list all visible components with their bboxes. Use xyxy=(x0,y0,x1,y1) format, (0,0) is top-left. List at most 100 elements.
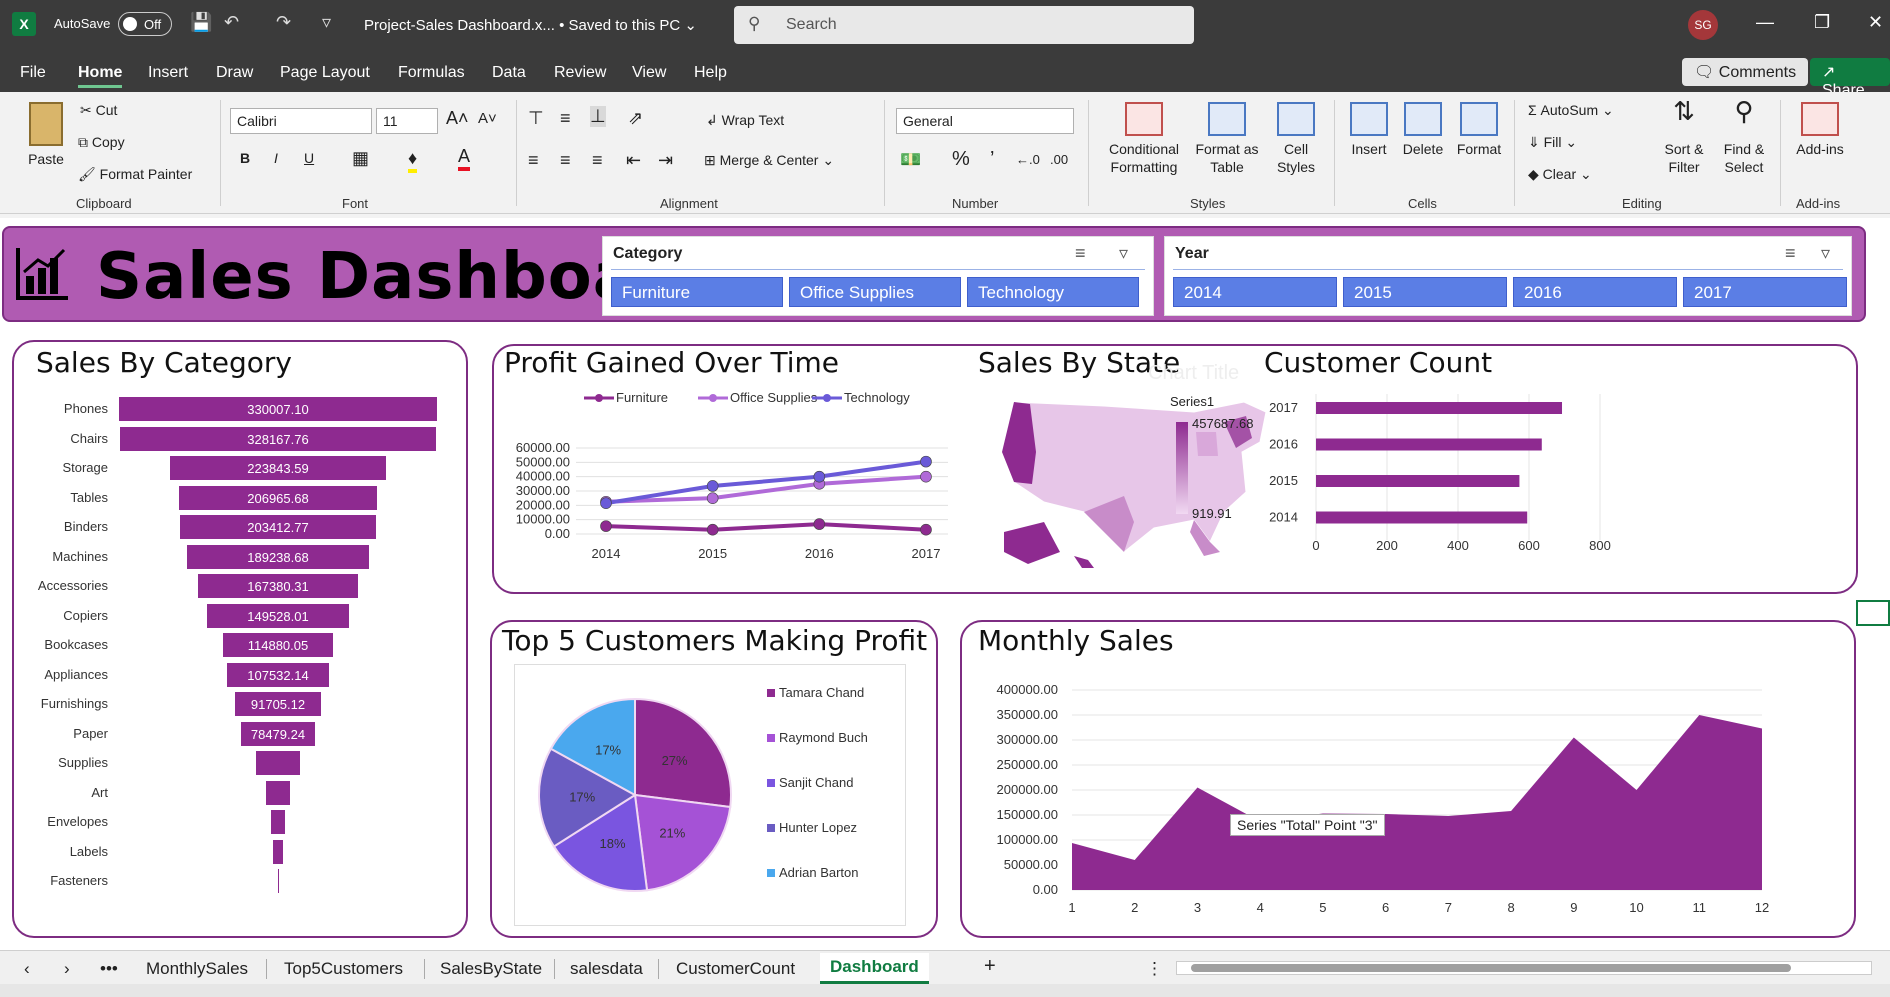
percent-icon[interactable]: % xyxy=(952,148,970,171)
align-left-icon[interactable]: ≡ xyxy=(528,150,539,171)
clear-filter-icon[interactable]: ▿ xyxy=(1821,243,1830,264)
currency-icon[interactable]: 💵 xyxy=(900,150,921,170)
search-box[interactable]: ⚲ Search xyxy=(734,6,1194,44)
comments-button[interactable]: 🗨 Comments xyxy=(1682,58,1809,86)
monthly-sales-panel[interactable]: Monthly Sales 400000.00 350000.00 300000.0… xyxy=(960,620,1856,938)
sheet-tab-monthlysales[interactable]: MonthlySales xyxy=(146,959,248,979)
slicer-item-furniture[interactable]: Furniture xyxy=(611,277,783,307)
tab-home[interactable]: Home xyxy=(78,64,123,88)
selected-cell[interactable] xyxy=(1856,600,1890,626)
redo-icon[interactable]: ↷ xyxy=(276,12,291,33)
wrap-text-button[interactable]: ↲ Wrap Text xyxy=(706,112,784,129)
number-format-select[interactable]: General xyxy=(896,108,1074,134)
save-icon[interactable]: 💾 xyxy=(190,12,212,33)
italic-button[interactable]: I xyxy=(274,150,278,166)
decrease-font-icon[interactable]: A˅ xyxy=(478,110,497,127)
slicer-item-2016[interactable]: 2016 xyxy=(1513,277,1677,307)
increase-indent-icon[interactable]: ⇥ xyxy=(658,150,673,171)
scrollbar-thumb[interactable] xyxy=(1191,964,1791,972)
clear-button[interactable]: ◆ Clear ⌄ xyxy=(1528,166,1592,183)
customize-toolbar-icon[interactable]: ▿ xyxy=(322,12,331,33)
slicer-item-technology[interactable]: Technology xyxy=(967,277,1139,307)
slicer-item-2014[interactable]: 2014 xyxy=(1173,277,1337,307)
category-slicer[interactable]: Category ≡ ▿ Furniture Office Supplies T… xyxy=(602,236,1154,316)
fill-button[interactable]: ⇓ Fill ⌄ xyxy=(1528,134,1577,151)
align-top-icon[interactable]: ⊤ xyxy=(528,108,544,129)
increase-font-icon[interactable]: A˄ xyxy=(446,108,469,129)
tab-draw[interactable]: Draw xyxy=(216,64,253,82)
scroll-left-icon[interactable]: ‹ xyxy=(24,959,30,979)
more-sheets-icon[interactable]: ••• xyxy=(100,959,118,979)
year-slicer[interactable]: Year ≡ ▿ 2014 2015 2016 2017 xyxy=(1164,236,1852,316)
align-middle-icon[interactable]: ≡ xyxy=(560,108,571,129)
paste-button[interactable]: Paste xyxy=(22,102,70,168)
fill-color-icon[interactable]: ♦ xyxy=(408,148,418,173)
increase-decimal-icon[interactable]: ←.0 xyxy=(1016,152,1040,167)
tab-formulas[interactable]: Formulas xyxy=(398,64,465,82)
pie-data-label: 18% xyxy=(600,836,626,851)
tab-review[interactable]: Review xyxy=(554,64,606,82)
comma-icon[interactable]: ’ xyxy=(990,148,994,171)
tab-help[interactable]: Help xyxy=(694,64,727,82)
copy-button[interactable]: ⧉ Copy xyxy=(78,134,125,151)
cut-button[interactable]: ✂ Cut xyxy=(80,102,117,119)
tab-view[interactable]: View xyxy=(632,64,666,82)
tab-bar-options-icon[interactable]: ⋮ xyxy=(1146,959,1163,979)
sales-by-category-panel[interactable]: Sales By Category Phones 330007.10 Chairs 3… xyxy=(12,340,468,938)
bold-button[interactable]: B xyxy=(240,150,250,166)
find-select-button[interactable]: ⚲ Find & Select xyxy=(1714,98,1774,176)
orientation-icon[interactable]: ⇗ xyxy=(628,108,643,129)
profit-state-customer-panel[interactable]: Profit Gained Over Time 60000.00 50000.00… xyxy=(492,344,1858,594)
sheet-tab-customercount[interactable]: CustomerCount xyxy=(676,959,795,979)
tab-data[interactable]: Data xyxy=(492,64,526,82)
sheet-tab-top5customers[interactable]: Top5Customers xyxy=(284,959,403,979)
align-bottom-icon[interactable]: ⊥ xyxy=(590,106,606,127)
scroll-right-icon[interactable]: › xyxy=(64,959,70,979)
multi-select-icon[interactable]: ≡ xyxy=(1785,243,1796,264)
slicer-item-office-supplies[interactable]: Office Supplies xyxy=(789,277,961,307)
slicer-item-2017[interactable]: 2017 xyxy=(1683,277,1847,307)
delete-cells-button[interactable]: Delete xyxy=(1398,102,1448,158)
worksheet[interactable]: Sales Dashboard Category ≡ ▿ Furniture O… xyxy=(0,218,1890,950)
add-sheet-button[interactable]: + xyxy=(984,955,996,978)
merge-center-button[interactable]: ⊞ Merge & Center ⌄ xyxy=(704,152,834,169)
top5-customers-panel[interactable]: Top 5 Customers Making Profit 27% 21% 18% 1… xyxy=(490,620,938,938)
tab-file[interactable]: File xyxy=(20,64,46,82)
borders-icon[interactable]: ▦ xyxy=(352,148,369,169)
minimize-icon[interactable]: — xyxy=(1756,12,1774,33)
restore-icon[interactable]: ❐ xyxy=(1814,12,1830,33)
tab-insert[interactable]: Insert xyxy=(148,64,188,82)
horizontal-scrollbar[interactable] xyxy=(1176,961,1872,975)
clear-filter-icon[interactable]: ▿ xyxy=(1119,243,1128,264)
sheet-tab-dashboard[interactable]: Dashboard xyxy=(820,953,929,984)
cell-styles-button[interactable]: Cell Styles xyxy=(1268,102,1324,176)
format-as-table-button[interactable]: Format as Table xyxy=(1190,102,1264,176)
underline-button[interactable]: U xyxy=(304,150,314,166)
undo-icon[interactable]: ↶ xyxy=(224,12,239,33)
conditional-formatting-button[interactable]: Conditional Formatting xyxy=(1098,102,1190,176)
add-ins-button[interactable]: Add-ins xyxy=(1790,102,1850,158)
autosave-toggle[interactable]: Off xyxy=(118,12,172,36)
sheet-tab-salesbystate[interactable]: SalesByState xyxy=(440,959,542,979)
share-button[interactable]: ↗ Share xyxy=(1810,58,1890,99)
autosum-button[interactable]: Σ AutoSum ⌄ xyxy=(1528,102,1614,119)
align-center-icon[interactable]: ≡ xyxy=(560,150,571,171)
close-icon[interactable]: ✕ xyxy=(1868,12,1883,33)
multi-select-icon[interactable]: ≡ xyxy=(1075,243,1086,264)
format-cells-button[interactable]: Format xyxy=(1452,102,1506,158)
font-name-select[interactable]: Calibri xyxy=(230,108,372,134)
font-size-select[interactable]: 11 xyxy=(376,108,438,134)
sheet-tab-salesdata[interactable]: salesdata xyxy=(570,959,643,979)
decrease-decimal-icon[interactable]: .00 xyxy=(1050,152,1068,167)
file-name[interactable]: Project-Sales Dashboard.x... • Saved to … xyxy=(364,16,697,34)
sort-filter-button[interactable]: ⇅ Sort & Filter xyxy=(1656,98,1712,176)
decrease-indent-icon[interactable]: ⇤ xyxy=(626,150,641,171)
series-line xyxy=(605,522,927,532)
align-right-icon[interactable]: ≡ xyxy=(592,150,603,171)
user-avatar[interactable]: SG xyxy=(1688,10,1718,40)
font-color-icon[interactable]: A xyxy=(458,146,471,171)
insert-cells-button[interactable]: Insert xyxy=(1344,102,1394,158)
format-painter-button[interactable]: 🖌 Format Painter xyxy=(78,166,192,183)
slicer-item-2015[interactable]: 2015 xyxy=(1343,277,1507,307)
tab-page-layout[interactable]: Page Layout xyxy=(280,64,370,82)
